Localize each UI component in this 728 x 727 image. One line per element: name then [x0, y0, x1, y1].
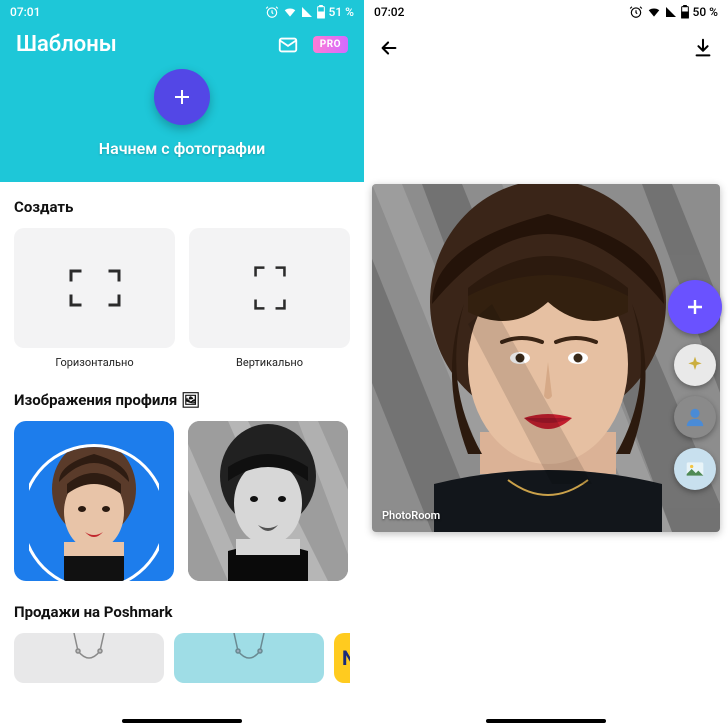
- status-time: 07:01: [10, 5, 40, 19]
- hero-actions: PRO: [277, 34, 348, 56]
- section-title-poshmark: Продажи на Poshmark: [14, 603, 350, 621]
- profile-template-bw[interactable]: [188, 421, 348, 581]
- signal-icon: [301, 6, 313, 18]
- poshmark-tile-1[interactable]: [14, 633, 164, 683]
- back-icon[interactable]: [378, 37, 400, 59]
- section-title-create: Создать: [14, 198, 350, 216]
- status-battery: 51 %: [329, 5, 354, 19]
- templates-screen: 07:01 51 % Шаблоны PRO Начнем с фотограф…: [0, 0, 364, 727]
- sparkle-icon: [685, 355, 705, 375]
- create-vertical-label: Вертикально: [236, 356, 303, 369]
- hero-top: Шаблоны PRO: [0, 24, 364, 61]
- watermark: PhotoRoom: [382, 509, 440, 522]
- background-tool-button[interactable]: [674, 448, 716, 490]
- alarm-icon: [265, 5, 279, 19]
- poshmark-peek-letter: N: [342, 646, 350, 670]
- necklace-icon: [64, 633, 114, 683]
- pro-badge[interactable]: PRO: [313, 36, 348, 53]
- editor-screen: 07:02 50 %: [364, 0, 728, 727]
- alarm-icon: [629, 5, 643, 19]
- status-bar: 07:01 51 %: [0, 0, 364, 24]
- page-title: Шаблоны: [16, 32, 117, 57]
- create-row: Горизонтально Вертикально: [14, 228, 350, 369]
- section-profile: Изображения профиля 🖼: [0, 375, 364, 587]
- poshmark-row[interactable]: N: [14, 633, 350, 683]
- nav-indicator[interactable]: [122, 719, 242, 723]
- poshmark-tile-peek[interactable]: N: [334, 633, 350, 683]
- hero-center: Начнем с фотографии: [0, 69, 364, 158]
- status-bar: 07:02 50 %: [364, 0, 728, 24]
- plus-icon: [683, 295, 707, 319]
- avatar-cutout: [29, 434, 159, 581]
- crop-vertical-icon: [253, 265, 287, 311]
- crop-vertical-box: [189, 228, 350, 348]
- plus-icon: [170, 85, 194, 109]
- person-icon: [684, 406, 706, 428]
- battery-icon: [681, 5, 689, 19]
- crop-horizontal-box: [14, 228, 175, 348]
- editor-tools: [668, 280, 722, 490]
- wifi-icon: [283, 5, 297, 19]
- sparkle-tool-button[interactable]: [674, 344, 716, 386]
- create-horizontal[interactable]: Горизонтально: [14, 228, 175, 369]
- wifi-icon: [647, 5, 661, 19]
- hero-subtitle: Начнем с фотографии: [99, 139, 265, 158]
- status-right: 51 %: [265, 5, 354, 19]
- status-time: 07:02: [374, 5, 404, 19]
- status-right: 50 %: [629, 5, 718, 19]
- editor-top-bar: [364, 24, 728, 72]
- profile-template-circle[interactable]: [14, 421, 174, 581]
- necklace-icon: [224, 633, 274, 683]
- hero: 07:01 51 % Шаблоны PRO Начнем с фотограф…: [0, 0, 364, 182]
- nav-indicator[interactable]: [486, 719, 606, 723]
- section-title-profile: Изображения профиля 🖼: [14, 391, 350, 409]
- signal-icon: [665, 6, 677, 18]
- status-battery: 50 %: [693, 5, 718, 19]
- download-icon[interactable]: [692, 37, 714, 59]
- section-poshmark: Продажи на Poshmark N: [0, 587, 364, 689]
- poshmark-tile-2[interactable]: [174, 633, 324, 683]
- section-create: Создать Горизонтально Вертикально: [0, 182, 364, 375]
- crop-horizontal-icon: [68, 268, 122, 308]
- editor-canvas[interactable]: PhotoRoom: [372, 184, 720, 532]
- profile-row[interactable]: [14, 421, 350, 581]
- create-vertical[interactable]: Вертикально: [189, 228, 350, 369]
- create-horizontal-label: Горизонтально: [55, 356, 133, 369]
- subject-tool-button[interactable]: [674, 396, 716, 438]
- mail-icon[interactable]: [277, 34, 299, 56]
- battery-icon: [317, 5, 325, 19]
- add-photo-button[interactable]: [154, 69, 210, 125]
- add-layer-button[interactable]: [668, 280, 722, 334]
- avatar-bw: [188, 421, 348, 581]
- landscape-icon: [685, 459, 705, 479]
